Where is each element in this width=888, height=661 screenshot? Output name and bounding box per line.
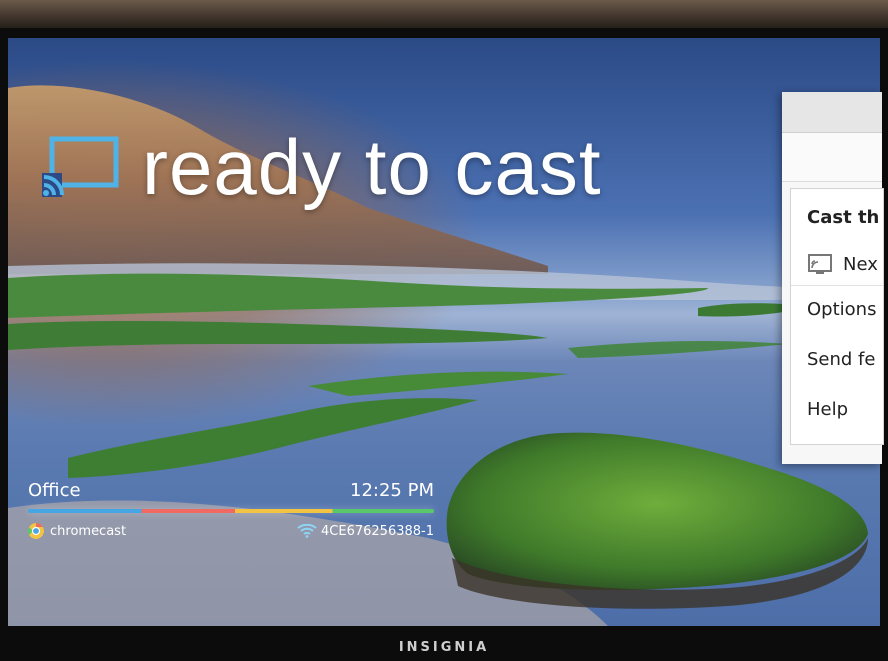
cast-device-item[interactable]: Nex (791, 237, 883, 283)
chromecast-logo-text: chromecast (50, 523, 127, 539)
wifi-icon (297, 524, 317, 538)
cast-menu-title: Cast th (807, 207, 880, 228)
ready-to-cast-title: ready to cast (142, 123, 602, 211)
cast-device-label: Nex (843, 253, 878, 275)
tv-brand-logo: INSIGNIA (398, 640, 490, 655)
cast-icon (42, 136, 119, 197)
network-info: 4CE676256388-1 (297, 524, 434, 539)
tv-screen: ready to cast Office 12:25 PM chromecast (8, 38, 880, 626)
chrome-icon (28, 523, 44, 539)
popup-title-bar (782, 92, 882, 133)
popup-address-bar (782, 133, 882, 182)
menu-item-help[interactable]: Help (791, 394, 883, 444)
ready-to-cast-banner: ready to cast (38, 128, 602, 206)
network-id: 4CE676256388-1 (321, 523, 434, 539)
device-info-panel: Office 12:25 PM chromecast 4CE676256388-… (28, 480, 434, 539)
clock-time: 12:25 PM (350, 480, 434, 501)
cast-menu: Cast th Nex Options Send fe Help (790, 188, 884, 445)
menu-divider (791, 285, 883, 286)
menu-item-send-feedback[interactable]: Send fe (791, 344, 883, 394)
menu-item-options[interactable]: Options (791, 294, 883, 344)
chromecast-logo: chromecast (28, 523, 126, 539)
tv-icon (808, 254, 832, 274)
color-rule (28, 509, 434, 513)
device-name: Office (28, 480, 81, 501)
